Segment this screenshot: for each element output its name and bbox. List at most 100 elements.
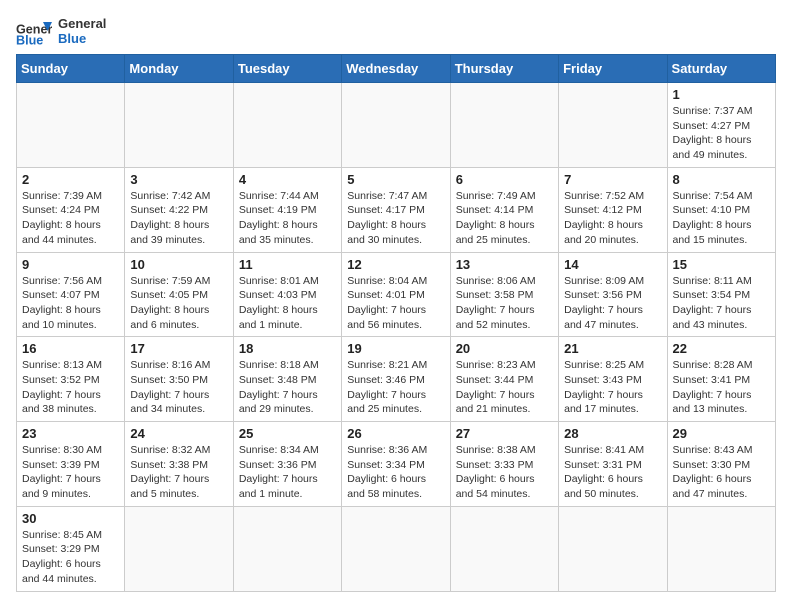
calendar-cell: 25Sunrise: 8:34 AMSunset: 3:36 PMDayligh…	[233, 422, 341, 507]
sunset-text: Sunset: 4:05 PM	[130, 288, 227, 303]
sunset-text: Sunset: 4:03 PM	[239, 288, 336, 303]
sunrise-text: Sunrise: 8:41 AM	[564, 443, 661, 458]
sunset-text: Sunset: 3:54 PM	[673, 288, 770, 303]
sunset-text: Sunset: 3:52 PM	[22, 373, 119, 388]
logo-blue-text: Blue	[58, 31, 86, 46]
day-number: 23	[22, 426, 119, 441]
daylight-text: Daylight: 7 hours and 1 minute.	[239, 472, 336, 501]
daylight-text: Daylight: 8 hours and 6 minutes.	[130, 303, 227, 332]
sunset-text: Sunset: 3:39 PM	[22, 458, 119, 473]
sunrise-text: Sunrise: 7:42 AM	[130, 189, 227, 204]
sunset-text: Sunset: 3:34 PM	[347, 458, 444, 473]
daylight-text: Daylight: 7 hours and 9 minutes.	[22, 472, 119, 501]
daylight-text: Daylight: 7 hours and 17 minutes.	[564, 388, 661, 417]
calendar-cell: 14 Sunrise: 8:09 AMSunset: 3:56 PMDayligh…	[559, 252, 667, 337]
calendar-cell: 9Sunrise: 7:56 AMSunset: 4:07 PMDaylight…	[17, 252, 125, 337]
sunrise-text: Sunrise: 7:37 AM	[673, 104, 770, 119]
calendar-cell	[342, 506, 450, 591]
daylight-text: Daylight: 6 hours and 58 minutes.	[347, 472, 444, 501]
sunrise-text: Sunrise: 7:59 AM	[130, 274, 227, 289]
day-info: Sunrise: 8:43 AMSunset: 3:30 PMDaylight:…	[673, 443, 770, 502]
day-number: 13	[456, 257, 553, 272]
day-info: Sunrise: 7:54 AMSunset: 4:10 PMDaylight:…	[673, 189, 770, 248]
sunrise-text: Sunrise: 7:52 AM	[564, 189, 661, 204]
calendar-cell: 12 Sunrise: 8:04 AMSunset: 4:01 PMDayligh…	[342, 252, 450, 337]
daylight-text: Daylight: 6 hours and 54 minutes.	[456, 472, 553, 501]
day-number: 21	[564, 341, 661, 356]
sunrise-text: Sunrise: 8:30 AM	[22, 443, 119, 458]
calendar-cell: 15Sunrise: 8:11 AMSunset: 3:54 PMDayligh…	[667, 252, 775, 337]
sunset-text: Sunset: 3:50 PM	[130, 373, 227, 388]
sunrise-text: Sunrise: 8:16 AM	[130, 358, 227, 373]
sunrise-text: Sunrise: 8:23 AM	[456, 358, 553, 373]
day-number: 10	[130, 257, 227, 272]
day-info: Sunrise: 7:52 AMSunset: 4:12 PMDaylight:…	[564, 189, 661, 248]
daylight-text: Daylight: 8 hours and 10 minutes.	[22, 303, 119, 332]
weekday-header-wednesday: Wednesday	[342, 55, 450, 83]
day-number: 14	[564, 257, 661, 272]
calendar-cell: 20 Sunrise: 8:23 AMSunset: 3:44 PMDayligh…	[450, 337, 558, 422]
sunset-text: Sunset: 3:33 PM	[456, 458, 553, 473]
day-number: 9	[22, 257, 119, 272]
calendar-cell: 11Sunrise: 8:01 AMSunset: 4:03 PMDayligh…	[233, 252, 341, 337]
calendar-cell: 4Sunrise: 7:44 AMSunset: 4:19 PMDaylight…	[233, 167, 341, 252]
day-number: 19	[347, 341, 444, 356]
day-info: Sunrise: 8:09 AMSunset: 3:56 PMDaylight:…	[564, 274, 661, 333]
calendar-cell	[559, 506, 667, 591]
day-info: Sunrise: 8:38 AMSunset: 3:33 PMDaylight:…	[456, 443, 553, 502]
daylight-text: Daylight: 7 hours and 43 minutes.	[673, 303, 770, 332]
calendar-cell: 24Sunrise: 8:32 AMSunset: 3:38 PMDayligh…	[125, 422, 233, 507]
sunrise-text: Sunrise: 8:11 AM	[673, 274, 770, 289]
day-info: Sunrise: 8:45 AMSunset: 3:29 PMDaylight:…	[22, 528, 119, 587]
sunset-text: Sunset: 4:12 PM	[564, 203, 661, 218]
sunrise-text: Sunrise: 8:09 AM	[564, 274, 661, 289]
sunset-text: Sunset: 3:41 PM	[673, 373, 770, 388]
daylight-text: Daylight: 8 hours and 39 minutes.	[130, 218, 227, 247]
day-number: 16	[22, 341, 119, 356]
day-info: Sunrise: 8:16 AMSunset: 3:50 PMDaylight:…	[130, 358, 227, 417]
sunset-text: Sunset: 3:48 PM	[239, 373, 336, 388]
calendar-cell: 27 Sunrise: 8:38 AMSunset: 3:33 PMDayligh…	[450, 422, 558, 507]
day-info: Sunrise: 8:23 AMSunset: 3:44 PMDaylight:…	[456, 358, 553, 417]
calendar-week-row: 1Sunrise: 7:37 AMSunset: 4:27 PMDaylight…	[17, 83, 776, 168]
sunset-text: Sunset: 3:44 PM	[456, 373, 553, 388]
sunrise-text: Sunrise: 7:47 AM	[347, 189, 444, 204]
day-info: Sunrise: 8:41 AMSunset: 3:31 PMDaylight:…	[564, 443, 661, 502]
calendar-cell: 13Sunrise: 8:06 AMSunset: 3:58 PMDayligh…	[450, 252, 558, 337]
sunrise-text: Sunrise: 8:21 AM	[347, 358, 444, 373]
calendar-cell	[559, 83, 667, 168]
calendar-cell	[450, 83, 558, 168]
daylight-text: Daylight: 7 hours and 56 minutes.	[347, 303, 444, 332]
sunset-text: Sunset: 4:10 PM	[673, 203, 770, 218]
day-info: Sunrise: 8:04 AMSunset: 4:01 PMDaylight:…	[347, 274, 444, 333]
day-number: 27	[456, 426, 553, 441]
daylight-text: Daylight: 7 hours and 13 minutes.	[673, 388, 770, 417]
daylight-text: Daylight: 8 hours and 1 minute.	[239, 303, 336, 332]
day-number: 12	[347, 257, 444, 272]
calendar-week-row: 23Sunrise: 8:30 AMSunset: 3:39 PMDayligh…	[17, 422, 776, 507]
sunrise-text: Sunrise: 7:54 AM	[673, 189, 770, 204]
day-number: 22	[673, 341, 770, 356]
calendar-cell: 16Sunrise: 8:13 AMSunset: 3:52 PMDayligh…	[17, 337, 125, 422]
daylight-text: Daylight: 8 hours and 35 minutes.	[239, 218, 336, 247]
sunset-text: Sunset: 3:38 PM	[130, 458, 227, 473]
day-info: Sunrise: 8:18 AMSunset: 3:48 PMDaylight:…	[239, 358, 336, 417]
calendar-week-row: 9Sunrise: 7:56 AMSunset: 4:07 PMDaylight…	[17, 252, 776, 337]
daylight-text: Daylight: 7 hours and 21 minutes.	[456, 388, 553, 417]
daylight-text: Daylight: 7 hours and 5 minutes.	[130, 472, 227, 501]
day-info: Sunrise: 8:01 AMSunset: 4:03 PMDaylight:…	[239, 274, 336, 333]
day-number: 3	[130, 172, 227, 187]
calendar-cell	[233, 83, 341, 168]
day-number: 4	[239, 172, 336, 187]
daylight-text: Daylight: 6 hours and 50 minutes.	[564, 472, 661, 501]
day-number: 20	[456, 341, 553, 356]
daylight-text: Daylight: 8 hours and 49 minutes.	[673, 133, 770, 162]
sunrise-text: Sunrise: 8:43 AM	[673, 443, 770, 458]
day-number: 7	[564, 172, 661, 187]
sunrise-text: Sunrise: 8:18 AM	[239, 358, 336, 373]
sunrise-text: Sunrise: 8:36 AM	[347, 443, 444, 458]
calendar-cell	[450, 506, 558, 591]
calendar-cell	[17, 83, 125, 168]
daylight-text: Daylight: 8 hours and 30 minutes.	[347, 218, 444, 247]
logo: General Blue General Blue	[16, 16, 106, 46]
